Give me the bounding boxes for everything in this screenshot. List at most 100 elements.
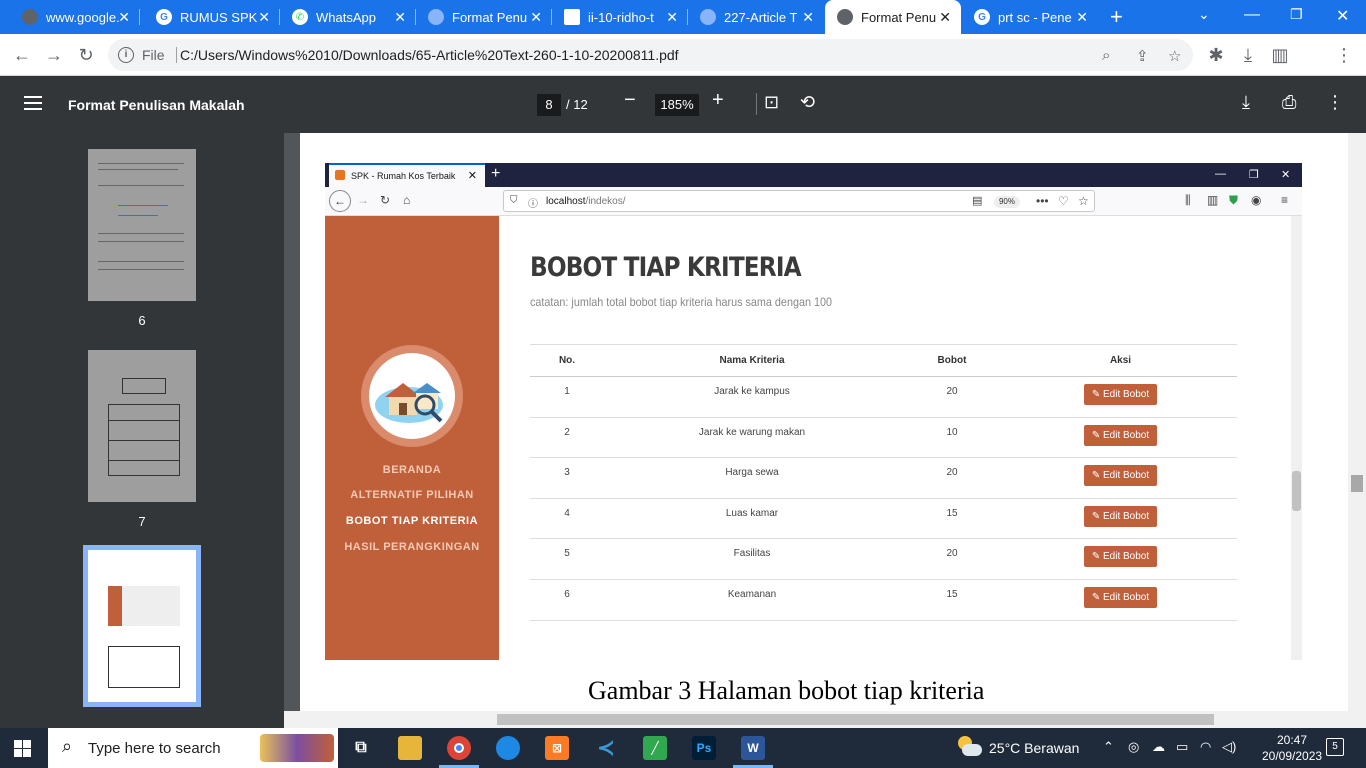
criteria-name: Harga sewa — [604, 457, 900, 499]
vertical-scroll-thumb[interactable] — [1351, 475, 1363, 492]
tab-search-button[interactable]: ⌄ — [1198, 6, 1210, 23]
embedded-scroll-thumb — [1292, 471, 1301, 511]
zoom-icon[interactable]: ⌕ — [1102, 47, 1110, 64]
more-actions-icon[interactable]: ⋮ — [1326, 92, 1344, 113]
battery-icon[interactable]: ▭ — [1176, 739, 1188, 755]
meet-icon[interactable]: ◎ — [1128, 739, 1139, 755]
edit-bobot-button[interactable]: ✎ Edit Bobot — [1083, 465, 1158, 487]
embedded-nav-bar: ← → ↻ ⌂ ⛉ ⓘ localhost/indekos/ ▤ 90% •••… — [325, 187, 1302, 216]
tab-whatsapp[interactable]: ✆ WhatsApp ✕ — [280, 0, 416, 34]
bookmark-star-icon: ☆ — [1078, 194, 1089, 208]
tab-rumus-spk[interactable]: G RUMUS SPK ✕ — [144, 0, 280, 34]
table-row: 4 Luas kamar 15 ✎ Edit Bobot — [530, 498, 1237, 540]
edit-icon: ✎ — [1091, 591, 1103, 603]
whatsapp-icon: ✆ — [292, 9, 308, 25]
close-icon[interactable]: ✕ — [939, 9, 951, 26]
fit-page-icon[interactable]: ⊡ — [764, 92, 779, 113]
criteria-weight: 10 — [900, 417, 1004, 459]
share-icon[interactable]: ⇪ — [1136, 47, 1149, 65]
file-explorer-icon[interactable] — [398, 736, 422, 760]
column-header: No. — [530, 344, 604, 377]
thumbnail-page-7[interactable] — [88, 350, 196, 502]
tab-ridho[interactable]: ii-10-ridho-t ✕ — [552, 0, 688, 34]
weather-icon[interactable] — [956, 736, 982, 758]
xampp-icon[interactable]: ⊠ — [545, 736, 569, 760]
zoom-out-button[interactable]: − — [624, 89, 636, 112]
edge-icon[interactable] — [496, 736, 520, 760]
thumbnail-page-6[interactable] — [88, 149, 196, 301]
close-icon[interactable]: ✕ — [666, 9, 678, 26]
chevron-up-icon[interactable]: ⌃ — [1103, 739, 1114, 755]
volume-icon[interactable]: ◁) — [1222, 739, 1236, 755]
reload-button[interactable]: ↻ — [74, 43, 98, 67]
extensions-icon[interactable]: ✱ — [1204, 43, 1228, 67]
close-icon[interactable]: ✕ — [394, 9, 406, 26]
sidebar-icon: ▥ — [1207, 193, 1219, 207]
edit-bobot-button[interactable]: ✎ Edit Bobot — [1083, 505, 1158, 527]
close-icon[interactable]: ✕ — [258, 9, 270, 26]
back-button[interactable]: ← — [10, 43, 34, 67]
shield-icon: ⛉ — [510, 195, 518, 206]
word-icon[interactable]: W — [741, 736, 765, 760]
download-icon[interactable]: ⤓ — [1242, 92, 1250, 113]
edit-bobot-button[interactable]: ✎ Edit Bobot — [1083, 384, 1158, 405]
edit-bobot-button[interactable]: ✎ Edit Bobot — [1083, 546, 1158, 568]
account-icon: ◉ — [1251, 193, 1262, 207]
restore-button[interactable]: ❐ — [1290, 6, 1303, 23]
close-window-button[interactable]: ✕ — [1336, 6, 1349, 26]
new-tab-button[interactable]: + — [1110, 4, 1123, 30]
photoshop-icon[interactable]: Ps — [692, 736, 716, 760]
tab-label: prt sc - Pene — [998, 9, 1072, 25]
tab-227-article[interactable]: 227-Article T ✕ — [688, 0, 824, 34]
sublime-icon[interactable]: ╱ — [643, 736, 667, 760]
edit-bobot-button[interactable]: ✎ Edit Bobot — [1083, 424, 1158, 446]
close-icon[interactable]: ✕ — [802, 9, 814, 26]
notification-icon[interactable]: 5 — [1326, 738, 1344, 756]
task-view-icon[interactable]: ⧉ — [349, 736, 373, 760]
taskbar: ⌕ Type here to search ⧉ ⊠ ≺ ╱ Ps W 25°C … — [0, 728, 1366, 768]
tab-format-penulisan-active[interactable]: Format Penu ✕ — [825, 0, 961, 34]
tab-google[interactable]: www.google. ✕ — [10, 0, 140, 34]
chrome-icon[interactable] — [447, 736, 471, 760]
close-icon[interactable]: ✕ — [1076, 9, 1088, 26]
criteria-weight: 15 — [900, 498, 1004, 540]
clock-time: 20:47 — [1276, 733, 1308, 747]
menu-icon[interactable] — [24, 96, 42, 110]
horizontal-scroll-thumb[interactable] — [497, 714, 1214, 725]
download-icon[interactable]: ⤓ — [1236, 43, 1260, 67]
page-number-input[interactable]: 8 — [537, 94, 561, 116]
clock[interactable]: 20:47 20/09/2023 — [1262, 732, 1322, 764]
weather-text[interactable]: 25°C Berawan — [989, 740, 1079, 756]
zoom-input[interactable]: 185% — [655, 94, 699, 116]
windows-start-icon[interactable] — [14, 740, 31, 757]
tab-prt-sc[interactable]: G prt sc - Pene ✕ — [962, 0, 1098, 34]
globe-icon — [700, 9, 716, 25]
info-icon[interactable]: i — [118, 47, 134, 63]
back-arrow-icon: ← — [329, 190, 351, 212]
address-bar[interactable]: i File C:/Users/Windows%2010/Downloads/6… — [108, 39, 1193, 71]
bookmark-star-icon[interactable]: ☆ — [1168, 47, 1181, 65]
taskbar-search[interactable]: ⌕ Type here to search — [48, 728, 338, 768]
close-icon[interactable]: ✕ — [530, 9, 542, 26]
info-icon: ⓘ — [528, 199, 538, 210]
url-path: /indekos/ — [585, 196, 626, 207]
document-vertical-scrollbar[interactable] — [1348, 133, 1366, 711]
side-panel-icon[interactable]: ▥ — [1268, 43, 1292, 67]
close-icon[interactable]: ✕ — [118, 9, 130, 26]
edit-bobot-button[interactable]: ✎ Edit Bobot — [1083, 586, 1158, 608]
thumbnail-page-8[interactable] — [83, 545, 201, 707]
tab-format-penulisan-1[interactable]: Format Penu ✕ — [416, 0, 552, 34]
print-icon[interactable]: ⎙ — [1282, 92, 1296, 113]
rotate-icon[interactable]: ⟲ — [800, 92, 815, 113]
vscode-icon[interactable]: ≺ — [594, 735, 618, 760]
zoom-in-button[interactable]: + — [712, 89, 724, 112]
reload-icon: ↻ — [380, 193, 391, 207]
url-text[interactable]: C:/Users/Windows%2010/Downloads/65-Artic… — [180, 47, 679, 63]
wifi-icon[interactable]: ◠ — [1200, 739, 1211, 755]
forward-button[interactable]: → — [42, 43, 66, 67]
page-total: / 12 — [566, 97, 588, 112]
network-disconnected-icon[interactable]: ☁ — [1152, 739, 1165, 755]
more-menu-icon[interactable]: ⋮ — [1332, 43, 1356, 67]
search-highlight-image — [260, 734, 334, 762]
minimize-button[interactable]: — — [1244, 6, 1260, 24]
